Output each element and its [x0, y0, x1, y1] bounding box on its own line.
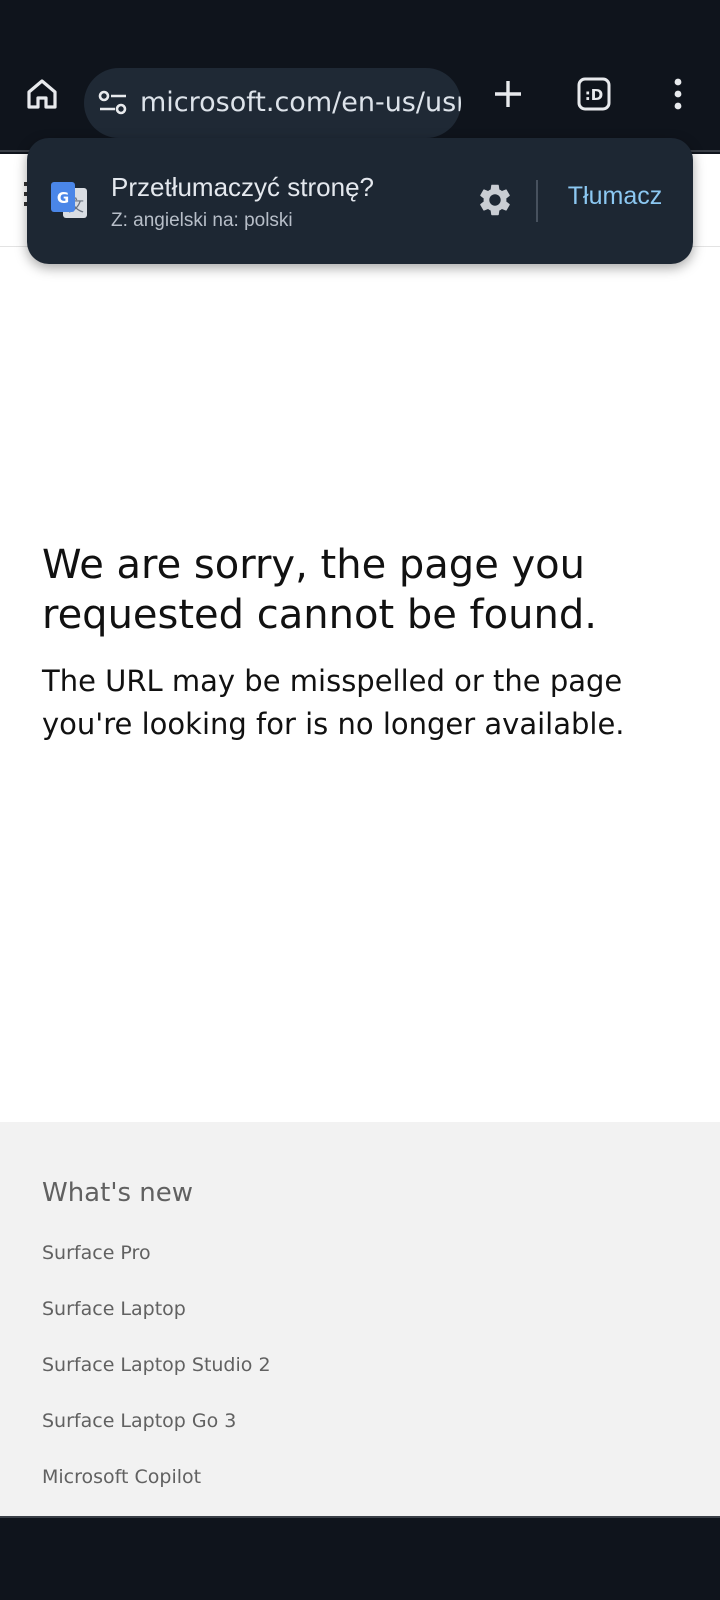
system-navigation-bar [0, 1516, 720, 1600]
translate-button[interactable]: Tłumacz [557, 182, 673, 218]
translate-popup: 文 G Przetłumaczyć stronę? Z: angielski n… [27, 138, 693, 264]
translate-settings-button[interactable] [473, 178, 517, 222]
footer: What's new Surface Pro Surface Laptop Su… [0, 1122, 720, 1516]
gear-icon [480, 184, 510, 216]
home-icon [27, 79, 57, 109]
footer-link-surface-pro[interactable]: Surface Pro [42, 1242, 151, 1264]
status-bar [0, 0, 720, 52]
tune-icon[interactable] [98, 89, 128, 117]
tab-switcher-button[interactable]: :D [570, 70, 618, 118]
footer-link-microsoft-copilot[interactable]: Microsoft Copilot [42, 1466, 201, 1488]
translate-popup-title: Przetłumaczyć stronę? [111, 172, 374, 202]
google-translate-icon: 文 G [51, 182, 87, 218]
browser-toolbar: microsoft.com/en-us/usr :D [0, 52, 720, 152]
footer-link-surface-laptop[interactable]: Surface Laptop [42, 1298, 186, 1320]
more-vert-icon [674, 78, 682, 110]
svg-text:G: G [57, 189, 69, 207]
error-subtitle: The URL may be misspelled or the page yo… [42, 664, 625, 741]
url-bar[interactable]: microsoft.com/en-us/usr [84, 68, 461, 138]
plus-icon [495, 81, 521, 107]
home-button[interactable] [18, 70, 66, 118]
menu-button[interactable] [654, 70, 702, 118]
tab-switcher-label: :D [585, 86, 603, 104]
web-page: We are sorry, the page you requested can… [0, 154, 720, 1516]
popup-divider [536, 180, 538, 222]
footer-heading: What's new [42, 1178, 194, 1208]
translate-popup-subtitle: Z: angielski na: polski [111, 210, 293, 231]
footer-link-surface-laptop-studio-2[interactable]: Surface Laptop Studio 2 [42, 1354, 271, 1376]
error-title: We are sorry, the page you requested can… [42, 542, 597, 638]
footer-link-surface-laptop-go-3[interactable]: Surface Laptop Go 3 [42, 1410, 236, 1432]
tab-switcher-icon: :D [577, 77, 611, 111]
new-tab-button[interactable] [484, 70, 532, 118]
url-text: microsoft.com/en-us/usr [140, 87, 461, 118]
